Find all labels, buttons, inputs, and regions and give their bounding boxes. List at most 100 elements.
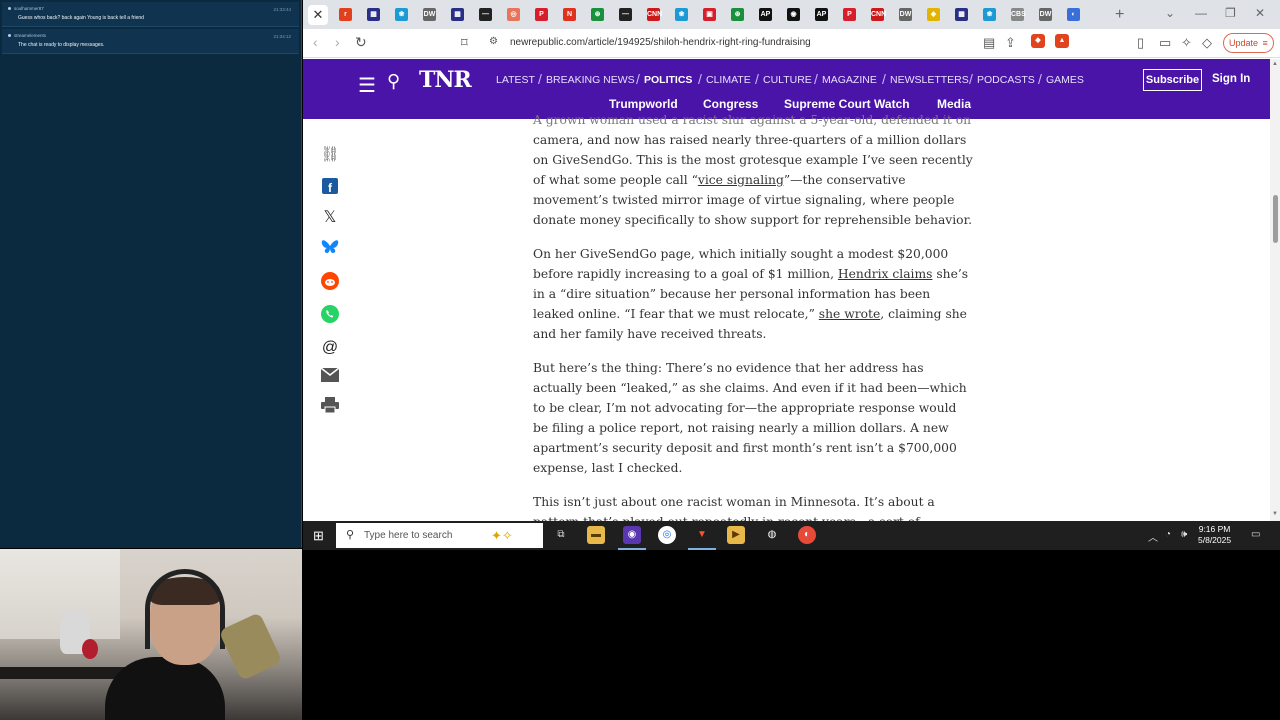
brave-rewards-icon[interactable]: ▲ bbox=[1055, 34, 1069, 48]
share-page-icon[interactable]: ⇪ bbox=[1005, 35, 1016, 51]
tab-favicon-icon[interactable]: — bbox=[619, 8, 632, 21]
close-window-icon[interactable]: ✕ bbox=[1255, 6, 1265, 20]
nav-magazine[interactable]: MAGAZINE bbox=[822, 74, 877, 86]
scroll-thumb[interactable] bbox=[1273, 195, 1278, 243]
restore-icon[interactable]: ❐ bbox=[1225, 6, 1236, 20]
tab-favicon-icon[interactable]: ❀ bbox=[395, 8, 408, 21]
notifications-icon[interactable]: ▭ bbox=[1251, 529, 1260, 540]
article-paragraph: A grown woman used a racist slur against… bbox=[533, 110, 973, 230]
tab-favicon-icon[interactable]: DW bbox=[423, 8, 436, 21]
tab-favicon-icon[interactable]: ▦ bbox=[451, 8, 464, 21]
brave-shield-icon[interactable]: ◆ bbox=[1031, 34, 1045, 48]
threads-icon[interactable]: @ bbox=[320, 338, 340, 358]
tab-favicon-icon[interactable]: ◉ bbox=[787, 8, 800, 21]
nav-culture[interactable]: CULTURE bbox=[763, 74, 812, 86]
tab-favicon-icon[interactable]: ⊛ bbox=[731, 8, 744, 21]
tab-search-icon[interactable]: ⌄ bbox=[1165, 6, 1175, 20]
subnav-media[interactable]: Media bbox=[937, 97, 971, 111]
tab-favicon-icon[interactable]: ▦ bbox=[955, 8, 968, 21]
nav-breaking-news[interactable]: BREAKING NEWS bbox=[546, 74, 635, 86]
tab-favicon-icon[interactable]: CBS bbox=[1011, 8, 1026, 21]
bluesky-icon[interactable] bbox=[320, 239, 340, 259]
vpn-icon[interactable]: ◇ bbox=[1202, 35, 1212, 51]
print-icon[interactable] bbox=[320, 397, 340, 417]
site-logo[interactable]: TNR bbox=[419, 67, 472, 93]
subnav-supreme-court-watch[interactable]: Supreme Court Watch bbox=[784, 97, 910, 111]
sign-in-link[interactable]: Sign In bbox=[1212, 73, 1250, 85]
tab-favicon-icon[interactable]: CNN bbox=[871, 8, 886, 21]
network-icon[interactable]: ◔ bbox=[1165, 529, 1171, 540]
tab-favicon-icon[interactable]: P bbox=[843, 8, 856, 21]
new-tab-icon[interactable]: + bbox=[1115, 6, 1124, 24]
hamburger-menu-icon[interactable]: ☰ bbox=[358, 73, 376, 98]
app-icon[interactable]: ◐ bbox=[798, 526, 816, 544]
hendrix-claims-link[interactable]: Hendrix claims bbox=[838, 267, 933, 281]
browser-toolbar: ‹ › ↻ ⌑ ⚙ newrepublic.com/article/194925… bbox=[303, 29, 1280, 58]
system-clock[interactable]: 9:16 PM 5/8/2025 bbox=[1198, 524, 1231, 546]
close-tab-icon[interactable]: ✕ bbox=[308, 5, 328, 25]
task-view-icon[interactable]: ⧉ bbox=[552, 526, 570, 544]
update-button[interactable]: Update ≡ bbox=[1223, 33, 1274, 53]
search-icon[interactable]: ⚲ bbox=[387, 71, 400, 92]
streaming-app-icon[interactable]: ◍ bbox=[763, 526, 781, 544]
tab-favicon-icon[interactable]: ◐ bbox=[1067, 8, 1080, 21]
tab-favicon-icon[interactable]: ▦ bbox=[367, 8, 380, 21]
nav-politics[interactable]: POLITICS bbox=[644, 74, 692, 86]
minimize-icon[interactable]: — bbox=[1195, 6, 1207, 20]
tab-favicon-icon[interactable]: ▣ bbox=[703, 8, 716, 21]
taskbar-search-box[interactable]: ⚲ Type here to search ✦✧ bbox=[336, 523, 543, 548]
site-info-icon[interactable]: ⚙ bbox=[489, 36, 498, 47]
link-icon[interactable]: ⛓ bbox=[320, 145, 340, 165]
tab-favicon-icon[interactable]: ❀ bbox=[983, 8, 996, 21]
tab-favicon-icon[interactable]: DW bbox=[1039, 8, 1052, 21]
subnav-congress[interactable]: Congress bbox=[703, 97, 758, 111]
wallet-icon[interactable]: ▭ bbox=[1159, 35, 1171, 51]
file-explorer-icon[interactable]: ▬ bbox=[587, 526, 605, 544]
page-scrollbar[interactable]: ▲ ▼ bbox=[1270, 59, 1280, 521]
tab-favicon-icon[interactable]: AP bbox=[759, 8, 772, 21]
reload-icon[interactable]: ↻ bbox=[355, 34, 367, 51]
tab-favicon-icon[interactable]: P bbox=[535, 8, 548, 21]
nav-climate[interactable]: CLIMATE bbox=[706, 74, 751, 86]
tab-favicon-icon[interactable]: ❀ bbox=[675, 8, 688, 21]
tab-favicon-icon[interactable]: CNN bbox=[647, 8, 662, 21]
nav-latest[interactable]: LATEST bbox=[496, 74, 535, 86]
volume-icon[interactable]: 🕪 bbox=[1181, 529, 1187, 540]
chrome-icon[interactable]: ◎ bbox=[658, 526, 676, 544]
subnav-trumpworld[interactable]: Trumpworld bbox=[609, 97, 678, 111]
tab-favicon-icon[interactable]: DW bbox=[899, 8, 912, 21]
tab-favicon-icon[interactable]: AP bbox=[815, 8, 828, 21]
facebook-icon[interactable]: f bbox=[320, 178, 340, 198]
forward-icon[interactable]: › bbox=[335, 34, 340, 50]
tab-favicon-icon[interactable]: ⊛ bbox=[591, 8, 604, 21]
reddit-icon[interactable] bbox=[320, 272, 340, 292]
tab-favicon-icon[interactable]: N bbox=[563, 8, 576, 21]
bookmark-icon[interactable]: ⌑ bbox=[461, 35, 468, 51]
scroll-down-icon[interactable]: ▼ bbox=[1272, 511, 1278, 517]
vice-signaling-link[interactable]: vice signaling bbox=[698, 173, 784, 187]
tab-favicon-icon[interactable]: r bbox=[339, 8, 352, 21]
extensions-icon[interactable]: ✧ bbox=[1181, 35, 1192, 51]
reader-icon[interactable]: ▤ bbox=[983, 35, 995, 51]
whatsapp-icon[interactable] bbox=[320, 305, 340, 325]
scroll-up-icon[interactable]: ▲ bbox=[1272, 61, 1278, 67]
address-bar[interactable]: newrepublic.com/article/194925/shiloh-he… bbox=[510, 37, 811, 48]
nav-games[interactable]: GAMES bbox=[1046, 74, 1084, 86]
nav-newsletters[interactable]: NEWSLETTERS bbox=[890, 74, 969, 86]
media-player-icon[interactable]: ▶ bbox=[727, 526, 745, 544]
email-icon[interactable] bbox=[320, 367, 340, 388]
nav-podcasts[interactable]: PODCASTS bbox=[977, 74, 1035, 86]
windows-start-icon[interactable]: ⊞ bbox=[313, 528, 324, 544]
tab-favicon-icon[interactable]: ◎ bbox=[507, 8, 520, 21]
obs-icon[interactable]: ◉ bbox=[623, 526, 641, 544]
chat-username: soulhammer87 bbox=[8, 5, 293, 12]
she-wrote-link[interactable]: she wrote bbox=[819, 307, 880, 321]
brave-icon[interactable]: ▼ bbox=[693, 526, 711, 544]
tab-favicon-icon[interactable]: ◈ bbox=[927, 8, 940, 21]
tab-favicon-icon[interactable]: — bbox=[479, 8, 492, 21]
subscribe-button[interactable]: Subscribe bbox=[1143, 69, 1202, 91]
sidebar-icon[interactable]: ▯ bbox=[1137, 35, 1144, 51]
tray-overflow-icon[interactable]: ︿ bbox=[1148, 529, 1158, 544]
back-icon[interactable]: ‹ bbox=[313, 34, 318, 50]
x-icon[interactable]: 𝕏 bbox=[320, 208, 340, 228]
